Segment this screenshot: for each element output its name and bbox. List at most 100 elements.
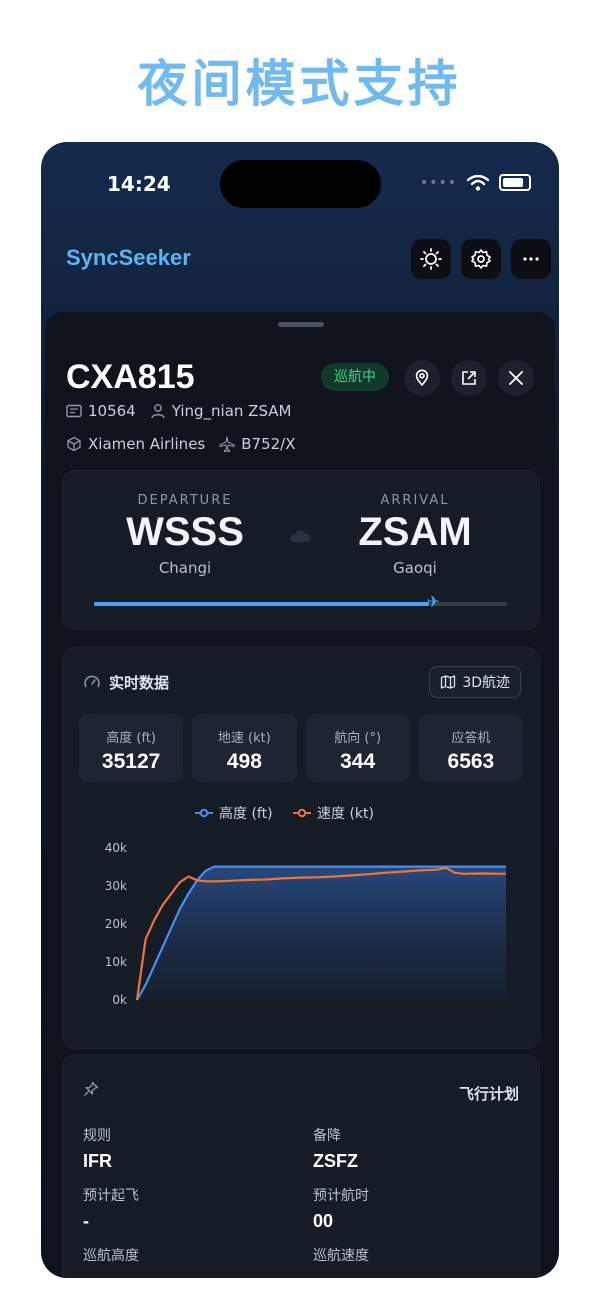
cube-icon	[67, 436, 81, 452]
signal-icon: ••••	[419, 174, 457, 191]
legend-label: 高度 (ft)	[219, 805, 273, 822]
realtime-data-card: 实时数据 3D航迹 高度 (ft) 35127 地速 (kt) 498 航向 (…	[62, 647, 540, 1049]
field-label: 预计起飞	[83, 1188, 139, 1204]
field-value: -	[83, 1211, 89, 1231]
wifi-icon	[467, 174, 489, 191]
flight-sheet: CXA815 巡航中 10564 Ying_nian ZSAM Xiamen A…	[45, 312, 555, 1278]
stat-label: 地速 (kt)	[217, 731, 271, 746]
plan-field-ete: 预计航时 00	[313, 1185, 513, 1232]
realtime-title: 实时数据	[83, 672, 169, 693]
more-button[interactable]	[511, 239, 551, 279]
x-tick-label: 13:57	[373, 1007, 408, 1008]
locate-button[interactable]	[404, 360, 440, 396]
aircraft-position-icon: ✈	[426, 592, 440, 611]
flight-meta-row1: 10564 Ying_nian ZSAM	[66, 402, 291, 420]
airline-name: Xiamen Airlines	[88, 435, 206, 453]
departure-label: DEPARTURE	[137, 493, 233, 508]
3d-track-button[interactable]: 3D航迹	[429, 666, 521, 698]
field-label: 预计航时	[313, 1188, 369, 1204]
field-label: 规则	[83, 1128, 111, 1144]
stat-altitude: 高度 (ft) 35127	[79, 714, 184, 782]
external-link-icon	[462, 371, 476, 385]
close-icon	[509, 371, 523, 385]
y-tick-label: 20k	[105, 917, 127, 931]
field-label: 巡航速度	[313, 1248, 369, 1264]
flight-plan-title: 飞行计划	[458, 1085, 519, 1103]
sheet-handle[interactable]	[278, 322, 324, 327]
id-card-icon	[66, 404, 82, 418]
plan-field-etd: 预计起飞 -	[83, 1185, 283, 1232]
departure-code: WSSS	[126, 510, 244, 554]
phone-screen: 14:24 •••• SyncSeeker CXA815 巡航中 10564 Y…	[41, 142, 559, 1278]
stat-value: 6563	[447, 750, 495, 773]
promo-title: 夜间模式支持	[137, 55, 462, 113]
app-logo: SyncSeeker	[66, 245, 191, 270]
plan-field-cruise-altitude: 巡航高度	[83, 1245, 283, 1265]
y-tick-label: 40k	[105, 841, 127, 855]
x-tick-label: 13:18	[206, 1007, 241, 1008]
flight-meta-row2: Xiamen Airlines B752/X	[66, 435, 296, 453]
x-tick-label: 12:58	[120, 1007, 155, 1008]
status-icons: ••••	[420, 174, 531, 191]
departure-column: DEPARTURE WSSS Changi	[95, 493, 275, 577]
legend-marker	[297, 808, 307, 818]
location-pin-icon	[415, 369, 429, 387]
plane-icon	[219, 436, 235, 452]
realtime-title-text: 实时数据	[109, 674, 170, 692]
map-icon	[441, 675, 456, 689]
stats-row: 高度 (ft) 35127 地速 (kt) 498 航向 (°) 344 应答机…	[79, 714, 523, 782]
stat-value: 344	[340, 750, 376, 773]
pin-icon	[84, 1081, 99, 1096]
plan-field-cruise-speed: 巡航速度	[313, 1245, 513, 1265]
stat-label: 应答机	[451, 731, 491, 746]
more-icon	[523, 257, 539, 261]
field-value: 00	[313, 1211, 334, 1231]
user-icon	[151, 404, 165, 419]
status-time: 14:24	[107, 172, 171, 196]
stat-transponder: 应答机 6563	[418, 714, 523, 782]
arrival-column: ARRIVAL ZSAM Gaoqi	[325, 493, 505, 577]
gear-icon	[471, 249, 491, 269]
gauge-icon	[84, 675, 100, 687]
field-value: IFR	[83, 1151, 112, 1171]
stat-value: 35127	[101, 750, 161, 773]
3d-track-label: 3D航迹	[462, 675, 510, 691]
close-button[interactable]	[498, 360, 534, 396]
dynamic-island	[220, 160, 381, 208]
route-card: DEPARTURE WSSS Changi ARRIVAL ZSAM Gaoqi…	[62, 470, 540, 630]
theme-toggle-button[interactable]	[411, 239, 451, 279]
legend-label: 速度 (kt)	[317, 806, 374, 822]
battery-icon	[499, 174, 531, 191]
status-bar: 14:24 ••••	[41, 142, 559, 222]
stat-label: 航向 (°)	[334, 731, 382, 746]
flight-id: 10564	[88, 402, 136, 420]
arrival-name: Gaoqi	[393, 559, 437, 577]
departure-name: Changi	[158, 559, 212, 577]
field-value: ZSFZ	[313, 1151, 358, 1171]
settings-button[interactable]	[461, 239, 501, 279]
arrival-code: ZSAM	[358, 510, 472, 554]
sun-icon	[420, 248, 442, 270]
plan-field-rules: 规则 IFR	[83, 1125, 283, 1172]
share-button[interactable]	[451, 360, 487, 396]
stat-value: 498	[226, 750, 262, 773]
route-progress-bar: ✈	[94, 592, 507, 611]
flight-callsign: CXA815	[66, 358, 195, 396]
arrival-label: ARRIVAL	[380, 493, 450, 508]
flight-plan-card: 飞行计划 规则 IFR 备降 ZSFZ 预计起飞 - 预计航时 00 巡航高度 …	[62, 1054, 540, 1278]
field-label: 巡航高度	[83, 1248, 139, 1264]
route-progress-fill	[94, 602, 429, 606]
y-tick-label: 30k	[105, 879, 127, 893]
stat-label: 高度 (ft)	[106, 731, 156, 746]
header-actions	[411, 239, 551, 279]
y-tick-label: 0k	[112, 993, 127, 1007]
weather-cloud-icon	[290, 530, 311, 542]
aircraft-type: B752/X	[241, 435, 296, 453]
stat-ground-speed: 地速 (kt) 498	[192, 714, 297, 782]
x-tick-label: 13:37	[287, 1007, 322, 1008]
stat-heading: 航向 (°) 344	[305, 714, 410, 782]
altitude-speed-chart: 0k 10k 20k 30k 40k 12:58 13:18 13:37 13:57 14:24 高…	[105, 805, 523, 1008]
y-tick-label: 10k	[105, 955, 127, 969]
field-label: 备降	[313, 1128, 341, 1144]
legend-marker	[199, 808, 209, 818]
